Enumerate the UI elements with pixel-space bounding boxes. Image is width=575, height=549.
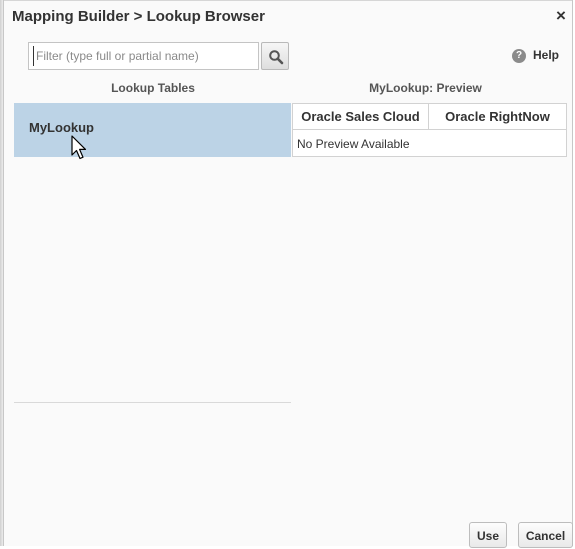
lookup-browser-dialog: Mapping Builder > Lookup Browser × ? Hel… <box>3 0 573 548</box>
no-preview-message: No Preview Available <box>297 137 410 151</box>
column-header-oracle-sales-cloud[interactable]: Oracle Sales Cloud <box>293 104 429 130</box>
filter-field[interactable] <box>28 42 259 70</box>
filter-input[interactable] <box>33 46 256 66</box>
column-header-oracle-rightnow[interactable]: Oracle RightNow <box>429 104 566 130</box>
preview-header: MyLookup: Preview <box>369 81 482 95</box>
dialog-titlebar: Mapping Builder > Lookup Browser × <box>4 0 572 33</box>
search-button[interactable] <box>261 42 289 70</box>
search-icon <box>269 50 284 65</box>
dialog-title: Mapping Builder > Lookup Browser <box>12 8 265 25</box>
close-icon[interactable]: × <box>553 7 569 24</box>
preview-table: Oracle Sales Cloud Oracle RightNow No Pr… <box>292 103 567 157</box>
cancel-button[interactable]: Cancel <box>518 522 573 548</box>
lookup-tables-list: MyLookup <box>14 103 291 403</box>
mouse-cursor-icon <box>71 135 87 160</box>
lookup-item-mylookup[interactable]: MyLookup <box>14 103 291 157</box>
help-icon: ? <box>512 49 526 63</box>
use-button[interactable]: Use <box>469 522 507 548</box>
lookup-item-label: MyLookup <box>29 120 94 135</box>
lookup-tables-header: Lookup Tables <box>111 81 195 95</box>
help-label: Help <box>533 48 560 62</box>
